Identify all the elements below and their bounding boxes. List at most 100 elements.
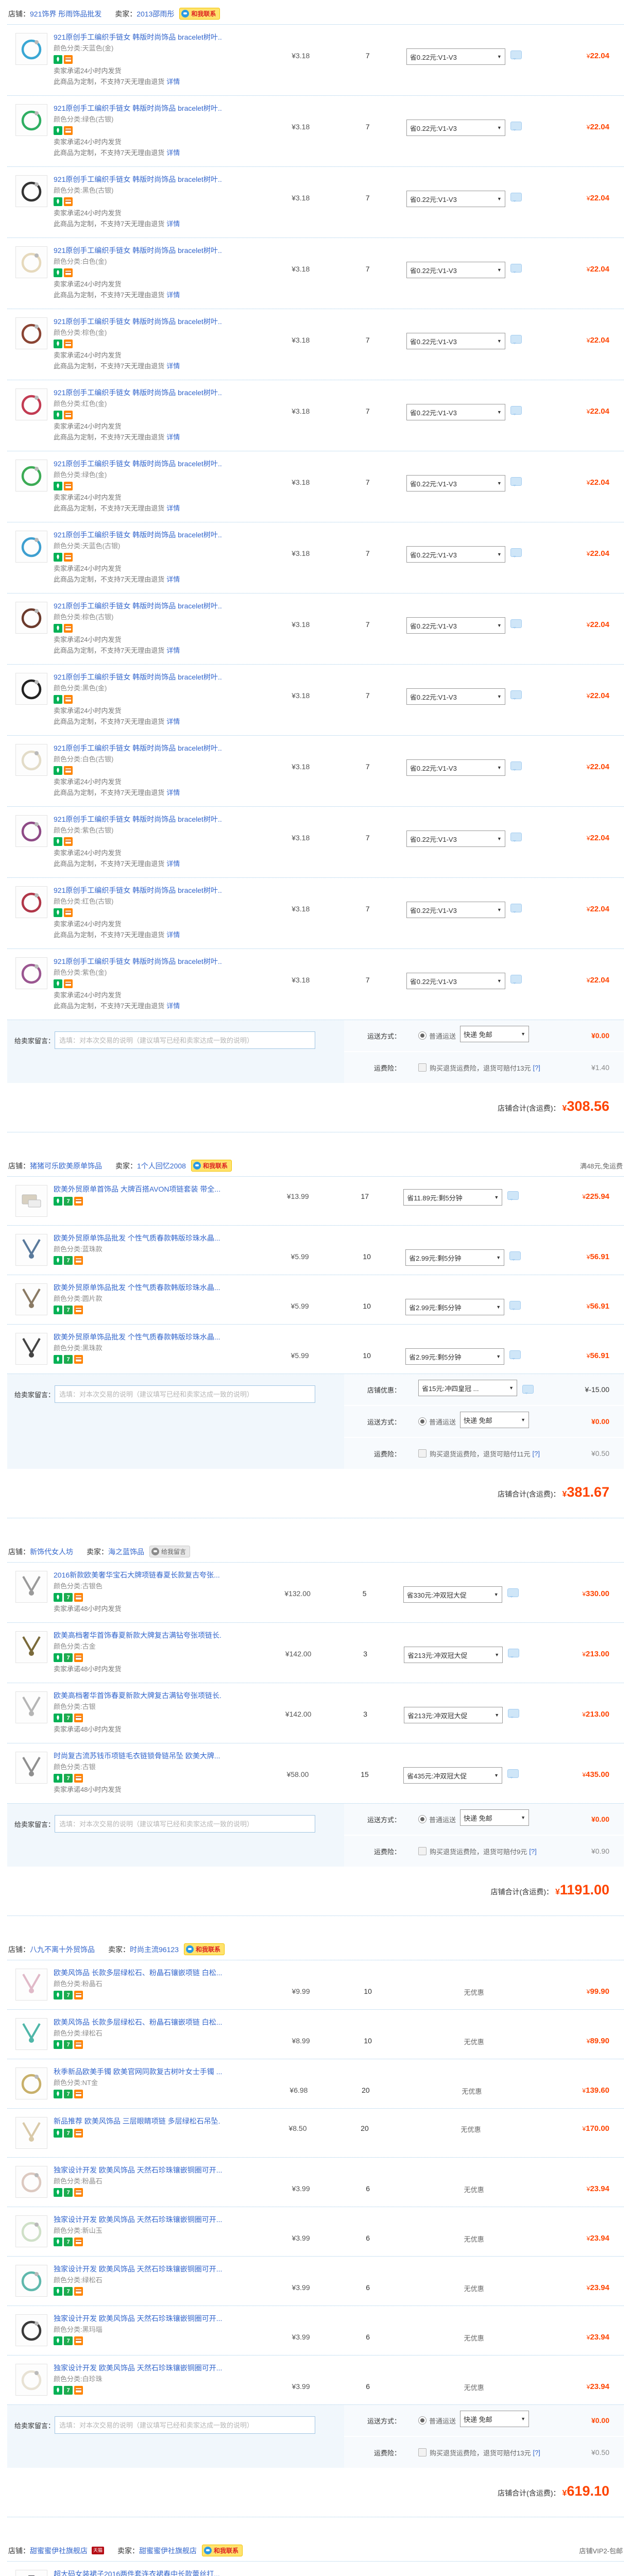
- item-title-link[interactable]: 921原创手工编织手链女 韩版时尚饰品 bracelet树叶..: [54, 387, 222, 398]
- chat-bubble-icon[interactable]: [510, 761, 522, 771]
- discount-select[interactable]: 省0.22元:V1-V3 ▼: [406, 546, 505, 563]
- shipping-radio[interactable]: [418, 2416, 427, 2425]
- seller-name-link[interactable]: 海之蓝饰品: [108, 1547, 144, 1557]
- insurance-help-link[interactable]: [?]: [533, 2449, 540, 2456]
- product-image[interactable]: [15, 104, 47, 136]
- discount-select[interactable]: 省0.22元:V1-V3 ▼: [406, 759, 505, 776]
- item-title-link[interactable]: 欧美高档奢华首饰春夏新款大牌复古满钻夸张项链长.: [54, 1630, 221, 1640]
- product-image[interactable]: [15, 2265, 47, 2297]
- chat-bubble-icon[interactable]: [509, 1301, 521, 1310]
- discount-select[interactable]: 省0.22元:V1-V3 ▼: [406, 333, 505, 349]
- product-image[interactable]: [15, 1283, 47, 1315]
- discount-select[interactable]: 省0.22元:V1-V3 ▼: [406, 688, 505, 705]
- item-title-link[interactable]: 独家设计开发 欧美风饰品 天然石珍珠镶嵌铜圈可开...: [54, 2214, 222, 2225]
- insurance-checkbox[interactable]: [418, 1847, 427, 1855]
- discount-select[interactable]: 省330元:冲双冠大促 ▼: [403, 1586, 502, 1603]
- item-title-link[interactable]: 独家设计开发 欧美风饰品 天然石珍珠镶嵌铜圈可开...: [54, 2313, 222, 2324]
- seller-message-input[interactable]: [55, 1815, 316, 1833]
- item-title-link[interactable]: 921原创手工编织手链女 韩版时尚饰品 bracelet树叶..: [54, 459, 222, 469]
- seller-name-link[interactable]: 1个人回忆2008: [137, 1161, 186, 1171]
- discount-select[interactable]: 省0.22元:V1-V3 ▼: [406, 48, 505, 65]
- shipping-select[interactable]: 快递 免邮 ▼: [460, 1412, 530, 1428]
- shipping-radio[interactable]: [418, 1417, 427, 1426]
- discount-select[interactable]: 省213元:冲双冠大促 ▼: [404, 1647, 503, 1663]
- product-image[interactable]: [15, 1752, 47, 1784]
- item-title-link[interactable]: 921原创手工编织手链女 韩版时尚饰品 bracelet树叶..: [54, 956, 222, 967]
- item-title-link[interactable]: 独家设计开发 欧美风饰品 天然石珍珠镶嵌铜圈可开...: [54, 2165, 222, 2175]
- product-image[interactable]: [15, 175, 47, 207]
- chat-bubble-icon[interactable]: [509, 1251, 521, 1261]
- product-image[interactable]: [15, 2067, 47, 2099]
- discount-select[interactable]: 省2.99元:剩5分钟 ▼: [405, 1348, 505, 1365]
- discount-select[interactable]: 省0.22元:V1-V3 ▼: [406, 191, 505, 207]
- seller-name-link[interactable]: 时尚主流96123: [130, 1944, 179, 1955]
- product-image[interactable]: [15, 957, 47, 989]
- item-title-link[interactable]: 921原创手工编织手链女 韩版时尚饰品 bracelet树叶..: [54, 743, 222, 753]
- store-name-link[interactable]: 921饰界 彤雨饰品批发: [30, 9, 101, 19]
- shipping-select[interactable]: 快递 免邮 ▼: [460, 2411, 530, 2427]
- item-title-link[interactable]: 欧美外贸原单饰品批发 个性气质春款韩版珍珠水晶...: [54, 1332, 220, 1342]
- item-title-link[interactable]: 时尚复古流苏钱币项链毛衣链锁骨链吊坠 欧美大牌...: [54, 1751, 220, 1761]
- detail-link[interactable]: 详情: [166, 789, 180, 796]
- item-title-link[interactable]: 921原创手工编织手链女 韩版时尚饰品 bracelet树叶..: [54, 814, 222, 824]
- product-image[interactable]: [15, 33, 47, 65]
- product-image[interactable]: [15, 2364, 47, 2396]
- discount-select[interactable]: 省213元:冲双冠大促 ▼: [404, 1707, 503, 1723]
- chat-bubble-icon[interactable]: [510, 548, 522, 557]
- item-title-link[interactable]: 921原创手工编织手链女 韩版时尚饰品 bracelet树叶..: [54, 316, 222, 327]
- discount-select[interactable]: 省435元:冲双冠大促 ▼: [403, 1767, 502, 1784]
- item-title-link[interactable]: 独家设计开发 欧美风饰品 天然石珍珠镶嵌铜圈可开...: [54, 2363, 222, 2373]
- product-image[interactable]: [15, 1631, 47, 1663]
- contact-me-badge[interactable]: 和我联系: [183, 1943, 225, 1955]
- item-title-link[interactable]: 921原创手工编织手链女 韩版时尚饰品 bracelet树叶..: [54, 601, 222, 611]
- product-image[interactable]: [15, 1185, 47, 1217]
- chat-bubble-icon[interactable]: [510, 335, 522, 344]
- chat-bubble-icon[interactable]: [510, 975, 522, 984]
- insurance-checkbox[interactable]: [418, 1063, 427, 1072]
- chat-bubble-icon[interactable]: [522, 1384, 534, 1394]
- product-image[interactable]: [15, 1571, 47, 1603]
- discount-select[interactable]: 省2.99元:剩5分钟 ▼: [405, 1249, 505, 1266]
- discount-select[interactable]: 省0.22元:V1-V3 ▼: [406, 831, 505, 847]
- item-title-link[interactable]: 921原创手工编织手链女 韩版时尚饰品 bracelet树叶..: [54, 885, 222, 895]
- product-image[interactable]: [15, 2215, 47, 2247]
- product-image[interactable]: [15, 388, 47, 420]
- shipping-radio[interactable]: [418, 1815, 427, 1823]
- seller-name-link[interactable]: 甜蜜蜜伊社旗舰店: [139, 2546, 197, 2556]
- chat-bubble-icon[interactable]: [509, 1350, 521, 1360]
- chat-bubble-icon[interactable]: [510, 904, 522, 913]
- item-title-link[interactable]: 欧美风饰品 长款多层绿松石、粉晶石镶嵌项链 白松...: [54, 2017, 222, 2027]
- chat-bubble-icon[interactable]: [507, 1769, 519, 1778]
- product-image[interactable]: [15, 744, 47, 776]
- detail-link[interactable]: 详情: [166, 860, 180, 868]
- store-name-link[interactable]: 甜蜜蜜伊社旗舰店: [30, 2546, 88, 2556]
- contact-me-badge[interactable]: 和我联系: [179, 8, 220, 20]
- product-image[interactable]: [15, 2570, 47, 2576]
- product-image[interactable]: [15, 246, 47, 278]
- store-name-link[interactable]: 新饰代女人坊: [30, 1547, 73, 1557]
- discount-select[interactable]: 省11.89元:剩5分钟 ▼: [403, 1189, 503, 1206]
- detail-link[interactable]: 详情: [166, 362, 180, 370]
- store-name-link[interactable]: 猪猪可乐欧美原单饰品: [30, 1161, 102, 1171]
- seller-message-input[interactable]: [55, 1385, 316, 1403]
- product-image[interactable]: [15, 1234, 47, 1266]
- detail-link[interactable]: 详情: [166, 1002, 180, 1010]
- chat-bubble-icon[interactable]: [507, 1191, 519, 1200]
- chat-bubble-icon[interactable]: [510, 264, 522, 273]
- contact-me-badge[interactable]: 和我联系: [191, 1160, 232, 1172]
- insurance-help-link[interactable]: [?]: [529, 1848, 536, 1855]
- chat-bubble-icon[interactable]: [510, 619, 522, 629]
- discount-select[interactable]: 省0.22元:V1-V3 ▼: [406, 902, 505, 918]
- item-title-link[interactable]: 921原创手工编织手链女 韩版时尚饰品 bracelet树叶..: [54, 245, 222, 256]
- chat-bubble-icon[interactable]: [510, 122, 522, 131]
- discount-select[interactable]: 省0.22元:V1-V3 ▼: [406, 617, 505, 634]
- insurance-help-link[interactable]: [?]: [533, 1064, 540, 1072]
- item-title-link[interactable]: 921原创手工编织手链女 韩版时尚饰品 bracelet树叶..: [54, 32, 222, 42]
- item-title-link[interactable]: 921原创手工编织手链女 韩版时尚饰品 bracelet树叶..: [54, 530, 222, 540]
- insurance-checkbox[interactable]: [418, 2448, 427, 2456]
- discount-select[interactable]: 省0.22元:V1-V3 ▼: [406, 973, 505, 989]
- chat-bubble-icon[interactable]: [510, 193, 522, 202]
- product-image[interactable]: [15, 2018, 47, 2050]
- product-image[interactable]: [15, 1691, 47, 1723]
- product-image[interactable]: [15, 2117, 47, 2149]
